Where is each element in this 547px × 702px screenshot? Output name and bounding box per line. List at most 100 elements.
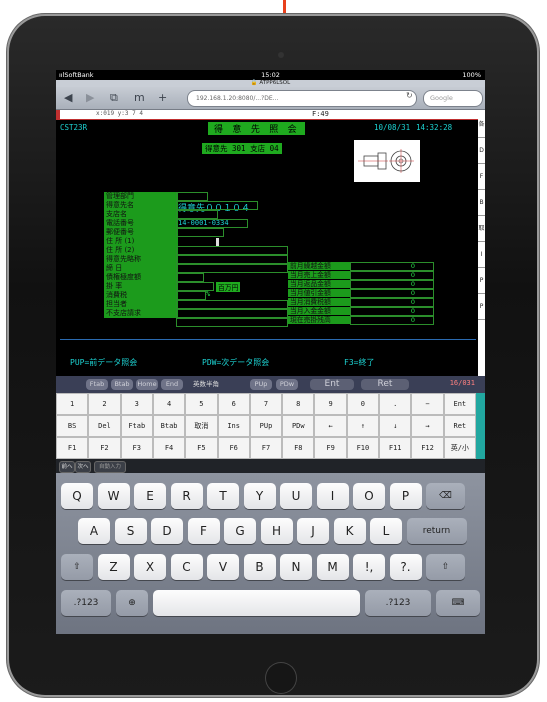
fkey-英数半角[interactable]: 英数半角 <box>186 379 226 390</box>
home-button[interactable] <box>265 662 297 694</box>
soft-key[interactable]: 2 <box>88 393 121 415</box>
person-box[interactable] <box>176 309 288 318</box>
soft-key[interactable]: − <box>411 393 444 415</box>
key-e[interactable]: E <box>134 483 166 509</box>
department-box[interactable] <box>176 192 208 201</box>
soft-key[interactable]: 5 <box>185 393 218 415</box>
soft-key[interactable]: F1 <box>56 437 89 459</box>
fkey-end[interactable]: End <box>161 379 183 390</box>
soft-key[interactable]: → <box>411 415 444 437</box>
phone-box[interactable] <box>176 219 248 228</box>
space-bar[interactable] <box>153 590 360 616</box>
share-icon[interactable]: + <box>158 91 167 105</box>
search-field[interactable]: Google <box>423 90 483 107</box>
soft-key[interactable]: PDw <box>282 415 315 437</box>
side-button[interactable]: B <box>478 190 485 216</box>
soft-key[interactable]: Ftab <box>120 415 153 437</box>
key-q[interactable]: Q <box>61 483 93 509</box>
rate-box[interactable] <box>176 291 206 300</box>
key-u[interactable]: U <box>280 483 312 509</box>
soft-key[interactable]: ↑ <box>346 415 380 437</box>
key-p[interactable]: P <box>389 483 422 509</box>
zip-box[interactable] <box>176 228 224 237</box>
next-field-button[interactable]: 次へ <box>75 461 91 473</box>
tax-box[interactable] <box>176 300 288 309</box>
short-name-box[interactable] <box>176 264 288 273</box>
side-button[interactable]: P <box>478 268 485 294</box>
soft-key[interactable]: 7 <box>249 393 283 415</box>
back-button[interactable]: ◀ <box>64 91 72 105</box>
amount-value[interactable]: 0 <box>350 289 434 298</box>
key-x[interactable]: X <box>134 554 166 580</box>
soft-key[interactable]: ← <box>314 415 347 437</box>
key-y[interactable]: Y <box>243 483 276 509</box>
soft-key[interactable]: F10 <box>346 437 380 459</box>
key-r[interactable]: R <box>170 483 203 509</box>
exit-hint[interactable]: F3=終了 <box>344 357 374 368</box>
soft-key[interactable]: F3 <box>120 437 153 459</box>
soft-key[interactable]: ↓ <box>379 415 412 437</box>
key-w[interactable]: W <box>97 483 130 509</box>
soft-key[interactable]: F9 <box>314 437 347 459</box>
key-g[interactable]: G <box>224 518 256 544</box>
soft-key[interactable]: PUp <box>249 415 283 437</box>
soft-key[interactable]: 0 <box>346 393 380 415</box>
key-c[interactable]: C <box>170 554 203 580</box>
soft-key[interactable]: BS <box>56 415 89 437</box>
branch-billing-box[interactable] <box>176 318 288 327</box>
side-button[interactable]: P <box>478 294 485 320</box>
branch-name-box[interactable] <box>176 210 218 219</box>
side-button[interactable]: I <box>478 242 485 268</box>
key-punct[interactable]: ?. <box>389 554 422 580</box>
return-key[interactable]: return <box>406 518 467 544</box>
soft-key[interactable]: 9 <box>314 393 347 415</box>
prev-data-hint[interactable]: PUP=前データ照会 <box>70 357 137 368</box>
soft-key[interactable]: F4 <box>152 437 186 459</box>
amount-value[interactable]: 0 <box>350 262 434 271</box>
fkey-ret[interactable]: Ret <box>361 379 409 390</box>
key-s[interactable]: S <box>114 518 147 544</box>
amount-value[interactable]: 0 <box>350 280 434 289</box>
fkey-btab[interactable]: Btab <box>111 379 133 390</box>
side-button[interactable]: 各 <box>478 112 485 138</box>
closing-day-box[interactable] <box>176 273 204 282</box>
soft-key[interactable]: Ret <box>443 415 476 437</box>
hide-keyboard-icon[interactable]: ⌨ <box>436 590 480 616</box>
numbers-key-right[interactable]: .?123 <box>365 590 431 616</box>
key-f[interactable]: F <box>187 518 220 544</box>
key-k[interactable]: K <box>333 518 366 544</box>
amount-value[interactable]: 0 <box>350 298 434 307</box>
bookmarks-icon[interactable]: m <box>134 91 145 105</box>
key-h[interactable]: H <box>260 518 293 544</box>
soft-key[interactable]: 6 <box>217 393 250 415</box>
amount-value[interactable]: 0 <box>350 316 434 325</box>
key-n[interactable]: N <box>280 554 312 580</box>
key-i[interactable]: I <box>316 483 349 509</box>
address2-box[interactable] <box>176 255 288 264</box>
key-z[interactable]: Z <box>97 554 130 580</box>
soft-key[interactable]: F7 <box>249 437 283 459</box>
forward-button[interactable]: ▶ <box>86 91 94 105</box>
key-d[interactable]: D <box>151 518 183 544</box>
key-b[interactable]: B <box>243 554 276 580</box>
soft-key[interactable]: Ent <box>443 393 476 415</box>
soft-key[interactable]: 英/小 <box>443 437 476 459</box>
soft-key[interactable]: F11 <box>379 437 412 459</box>
delete-key[interactable]: ⌫ <box>426 483 465 509</box>
soft-key[interactable]: F8 <box>282 437 315 459</box>
shift-key-left[interactable]: ⇧ <box>61 554 93 580</box>
soft-key[interactable]: 取消 <box>185 415 218 437</box>
url-field[interactable]: 192.168.1.20:8080/...?DE... <box>187 90 417 107</box>
autofill-button[interactable]: 自動入力 <box>94 461 126 473</box>
numbers-key-left[interactable]: .?123 <box>61 590 111 616</box>
key-t[interactable]: T <box>207 483 239 509</box>
soft-key[interactable]: 3 <box>120 393 153 415</box>
reload-icon[interactable]: ↻ <box>406 91 413 100</box>
soft-key[interactable]: F6 <box>217 437 250 459</box>
globe-icon[interactable]: ⊕ <box>116 590 148 616</box>
side-button[interactable]: F <box>478 164 485 190</box>
key-m[interactable]: M <box>316 554 349 580</box>
tabs-icon[interactable]: ⧉ <box>110 91 118 105</box>
fkey-pdw[interactable]: PDw <box>276 379 298 390</box>
soft-key[interactable]: F2 <box>88 437 121 459</box>
